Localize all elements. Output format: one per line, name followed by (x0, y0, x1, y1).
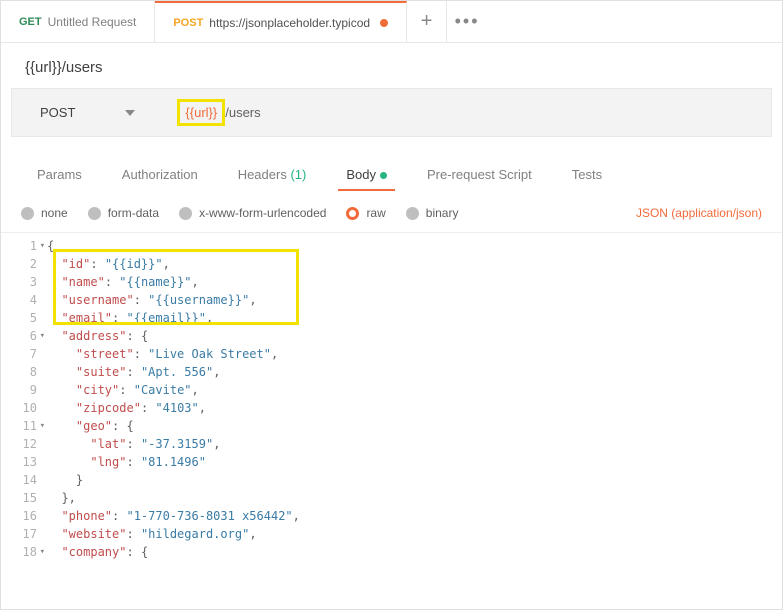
subtab-tests[interactable]: Tests (552, 159, 622, 190)
radio-form-data[interactable]: form-data (88, 206, 159, 220)
url-variable: {{url}} (177, 99, 225, 126)
new-tab-button[interactable]: + (407, 1, 447, 42)
radio-label: raw (366, 206, 385, 220)
line-gutter: 1 2 3 4 5 6 7 8 9 10 11 12 13 14 15 16 1… (1, 237, 47, 561)
unsaved-dot-icon (380, 19, 388, 27)
radio-icon (406, 207, 419, 220)
subtab-body[interactable]: Body (326, 159, 407, 190)
request-subtabs: Params Authorization Headers (1) Body Pr… (1, 137, 782, 190)
tab-bar: GET Untitled Request POST https://jsonpl… (1, 1, 782, 43)
method-select[interactable]: POST (26, 99, 175, 126)
method-value: POST (40, 105, 75, 120)
radio-raw[interactable]: raw (346, 206, 385, 220)
radio-label: x-www-form-urlencoded (199, 206, 326, 220)
url-path: /users (225, 102, 260, 123)
subtab-label: Headers (238, 167, 287, 182)
tab-active[interactable]: POST https://jsonplaceholder.typicod (155, 1, 407, 42)
subtab-prerequest[interactable]: Pre-request Script (407, 159, 552, 190)
radio-icon (179, 207, 192, 220)
content-type-select[interactable]: JSON (application/json) (636, 206, 762, 220)
subtab-headers[interactable]: Headers (1) (218, 159, 327, 190)
radio-icon (21, 207, 34, 220)
code-editor[interactable]: 1 2 3 4 5 6 7 8 9 10 11 12 13 14 15 16 1… (1, 233, 782, 561)
method-badge-get: GET (19, 16, 42, 28)
request-bar: POST {{url}}/users (11, 88, 772, 137)
headers-count: (1) (290, 167, 306, 182)
request-name[interactable]: {{url}}/users (1, 43, 782, 88)
method-badge-post: POST (173, 17, 203, 29)
tab-untitled[interactable]: GET Untitled Request (1, 1, 155, 42)
tab-title: Untitled Request (48, 15, 137, 29)
radio-label: none (41, 206, 68, 220)
subtab-label: Body (346, 167, 376, 182)
body-active-dot-icon (380, 172, 387, 179)
body-type-options: none form-data x-www-form-urlencoded raw… (1, 190, 782, 233)
radio-icon (88, 207, 101, 220)
tab-more-button[interactable]: ••• (447, 1, 487, 42)
subtab-authorization[interactable]: Authorization (102, 159, 218, 190)
tab-title: https://jsonplaceholder.typicod (209, 16, 370, 30)
radio-label: form-data (108, 206, 159, 220)
url-input[interactable]: {{url}}/users (175, 99, 757, 126)
radio-icon (346, 207, 359, 220)
radio-label: binary (426, 206, 459, 220)
radio-urlencoded[interactable]: x-www-form-urlencoded (179, 206, 326, 220)
code-content[interactable]: { "id": "{{id}}", "name": "{{name}}", "u… (47, 237, 782, 561)
radio-binary[interactable]: binary (406, 206, 459, 220)
subtab-params[interactable]: Params (17, 159, 102, 190)
chevron-down-icon (125, 110, 135, 116)
radio-none[interactable]: none (21, 206, 68, 220)
